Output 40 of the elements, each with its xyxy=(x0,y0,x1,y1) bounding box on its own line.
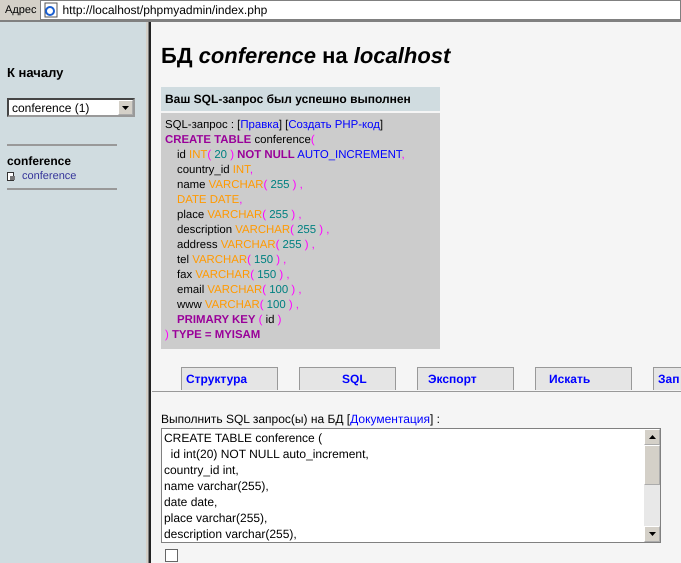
sql-code-line: address VARCHAR( 255 ) , xyxy=(176,238,316,253)
sql-code-line: country_id INT, xyxy=(176,163,254,178)
scroll-up-icon[interactable] xyxy=(648,435,656,439)
address-field[interactable]: http://localhost/phpmyadmin/index.php xyxy=(40,0,681,20)
query-link[interactable]: Создать PHP-код xyxy=(288,119,380,131)
sql-code-line: DATE DATE, xyxy=(176,193,244,208)
scroll-down-icon[interactable] xyxy=(648,532,656,536)
query-link[interactable]: Правка xyxy=(240,119,279,131)
page-icon xyxy=(42,2,58,18)
database-select[interactable]: conference (1) xyxy=(7,98,135,117)
sql-code-line: CREATE TABLE conference( xyxy=(165,133,316,148)
sql-code-line: id INT( 20 ) NOT NULL AUTO_INCREMENT, xyxy=(176,148,406,163)
sql-code-line: www VARCHAR( 100 ) , xyxy=(176,298,300,313)
checkbox[interactable] xyxy=(165,549,178,562)
sql-input-field[interactable]: CREATE TABLE conference ( id int(20) NOT NULL auto_increment, country_id int, name varchar(255), date date, place varchar(255), description varchar(255), xyxy=(161,428,661,543)
message-header: Ваш SQL-запрос был успешно выполнен xyxy=(161,87,440,111)
sql-code-line: name VARCHAR( 255 ) , xyxy=(176,178,304,193)
tab[interactable]: Зап xyxy=(653,367,681,390)
dropdown-arrow-icon xyxy=(122,106,129,110)
tab[interactable]: Структура xyxy=(181,367,278,390)
address-label: Адрес xyxy=(4,4,38,16)
documentation-link[interactable]: Документация xyxy=(350,412,430,426)
tab[interactable]: SQL xyxy=(299,367,396,390)
sql-code-line: email VARCHAR( 100 ) , xyxy=(176,283,303,298)
query-label: SQL-запрос : [Правка] [Создать PHP-код] xyxy=(165,118,384,133)
table-icon xyxy=(7,172,16,180)
table-link[interactable]: conference xyxy=(22,170,76,182)
sql-code-line: PRIMARY KEY ( id ) xyxy=(176,313,282,328)
sql-code-line: tel VARCHAR( 150 ) , xyxy=(176,253,288,268)
sql-code-line: place VARCHAR( 255 ) , xyxy=(176,208,303,223)
sql-code-line: ) TYPE = MYISAM xyxy=(165,328,262,343)
database-name: conference xyxy=(7,154,72,168)
sql-code-line: fax VARCHAR( 150 ) , xyxy=(176,268,290,283)
tab[interactable]: Искать xyxy=(535,367,632,390)
home-link[interactable]: К началу xyxy=(7,65,146,80)
sql-code-line: description VARCHAR( 255 ) , xyxy=(176,223,330,238)
page-title: БД conference на localhost xyxy=(161,43,452,69)
tab[interactable]: Экспорт xyxy=(417,367,514,390)
scrollbar[interactable] xyxy=(644,429,660,542)
query-form-label: Выполнить SQL запрос(ы) на БД [Документация] : xyxy=(161,412,440,426)
